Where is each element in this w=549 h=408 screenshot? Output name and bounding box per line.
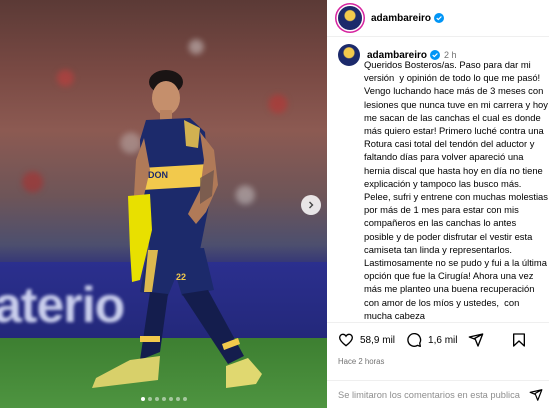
posted-ago[interactable]: Hace 2 horas xyxy=(338,357,538,366)
svg-text:DON: DON xyxy=(148,170,168,180)
player-figure: DON 22 xyxy=(92,70,262,388)
save-button[interactable] xyxy=(511,332,527,348)
post-actions: 58,9 mil 1,6 mil Hace 2 horas xyxy=(327,322,549,366)
comment-button[interactable]: 1,6 mil xyxy=(406,332,457,348)
paper-plane-icon xyxy=(469,333,484,347)
verified-badge-icon xyxy=(434,13,445,23)
carousel-dot[interactable] xyxy=(154,397,159,401)
post-header: adambareiro xyxy=(327,0,549,37)
comment-bubble-icon xyxy=(407,333,422,347)
header-username[interactable]: adambareiro xyxy=(371,13,431,24)
bookmark-icon xyxy=(513,333,525,347)
like-button[interactable]: 58,9 mil xyxy=(338,332,395,348)
share-button[interactable] xyxy=(468,332,490,348)
svg-text:22: 22 xyxy=(176,272,186,282)
carousel-dot[interactable] xyxy=(140,397,145,401)
likes-count[interactable]: 58,9 mil xyxy=(360,335,395,346)
chevron-right-icon xyxy=(309,201,314,209)
action-row: 58,9 mil 1,6 mil xyxy=(338,331,538,349)
caption-text: Queridos Bosteros/as. Paso para dar mi v… xyxy=(364,59,548,321)
caption-avatar[interactable] xyxy=(338,44,360,66)
carousel-dot[interactable] xyxy=(161,397,166,401)
comments-disabled-bar: Se limitaron los comentarios en esta pub… xyxy=(327,380,549,408)
next-media-button[interactable] xyxy=(301,195,321,215)
paper-plane-icon[interactable] xyxy=(529,388,543,402)
carousel-dot[interactable] xyxy=(168,397,173,401)
post-media[interactable]: aterio DON 22 xyxy=(0,0,327,408)
caption-area: adambareiro 2 h Queridos Bosteros/as. Pa… xyxy=(338,44,549,322)
post-side-panel: adambareiro adambareiro 2 h Queridos Bos… xyxy=(327,0,549,408)
carousel-dot[interactable] xyxy=(175,397,180,401)
avatar[interactable] xyxy=(338,6,362,30)
comments-disabled-text: Se limitaron los comentarios en esta pub… xyxy=(338,389,520,400)
carousel-dot[interactable] xyxy=(182,397,187,401)
comments-count[interactable]: 1,6 mil xyxy=(428,335,457,346)
heart-icon xyxy=(338,333,354,347)
carousel-dot[interactable] xyxy=(147,397,152,401)
carousel-dots xyxy=(0,397,327,401)
